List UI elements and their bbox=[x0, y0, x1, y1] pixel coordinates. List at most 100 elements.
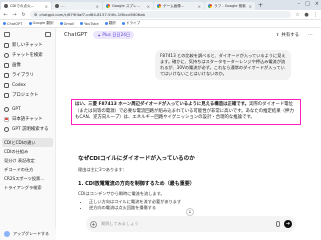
browser-tab-bar: CDIでの点火… × … × Google スプレ… × ゲーム画像… × ラフ… bbox=[0, 0, 321, 10]
sidebar: 新しいチャット チャットを検索 画像 ライブラリ Codex プロジェクト GP… bbox=[0, 28, 56, 240]
address-bar: ← → ↻ ⚙ chatgpt.com/c/679f4af7-cd64-8157… bbox=[0, 10, 321, 20]
avatar bbox=[4, 231, 10, 237]
bullet-list: 正しい方向はコイルに電流を流す必要があります 逆方向の電流は点火回路を損傷する bbox=[84, 199, 181, 211]
history-item[interactable]: トライアングラ検索 bbox=[0, 183, 55, 192]
bookmark-item[interactable]: Google 翻訳 bbox=[28, 21, 54, 26]
menu-icon[interactable]: ⋮ bbox=[313, 12, 318, 18]
sidebar-item-codex[interactable]: Codex bbox=[0, 80, 55, 90]
plus-button[interactable]: ✦ Plus 日日24日 bbox=[93, 31, 135, 39]
star-icon[interactable]: ☆ bbox=[295, 12, 300, 18]
close-icon[interactable]: × bbox=[96, 4, 99, 9]
subsection-heading: 1. CDI放電電流の方向を制御するため（最も重要） bbox=[78, 181, 195, 187]
browser-tab[interactable]: ラフ - Google 検索 × bbox=[205, 2, 255, 10]
sidebar-user[interactable]: アップグレードする bbox=[0, 228, 56, 240]
history-item[interactable]: デコードの仕方 bbox=[0, 165, 55, 174]
reload-icon[interactable]: ↻ bbox=[21, 12, 26, 18]
close-window-icon[interactable]: × bbox=[315, 1, 319, 7]
bookmark-icon bbox=[28, 21, 32, 25]
sidebar-item-images[interactable]: 画像 bbox=[0, 60, 55, 70]
site-info-icon[interactable]: ⚙ bbox=[34, 12, 37, 17]
sidebar-item-new-chat[interactable]: 新しいチャット bbox=[0, 40, 55, 50]
minimize-icon[interactable]: – bbox=[298, 1, 301, 7]
close-icon[interactable]: × bbox=[249, 4, 252, 9]
sidebar-item-search[interactable]: チャットを検索 bbox=[0, 50, 55, 60]
browser-tab[interactable]: Google スプレ… × bbox=[103, 2, 153, 10]
image-icon bbox=[4, 62, 9, 68]
sidebar-item-library[interactable]: ライブラリ bbox=[0, 70, 55, 80]
bookmark-icon bbox=[104, 21, 108, 25]
history-item[interactable]: CDIの仕組み bbox=[0, 147, 55, 156]
browser-tab[interactable]: … × bbox=[52, 2, 102, 10]
edit-icon bbox=[4, 42, 9, 48]
tab-title: ラフ - Google 検索 bbox=[214, 3, 246, 8]
sidebar-item-projects[interactable]: プロジェクト bbox=[0, 90, 55, 100]
tab-favicon-icon bbox=[4, 4, 8, 8]
share-button[interactable]: ⇪ 共有する bbox=[275, 32, 299, 39]
bookmark-item[interactable]: 翻訳 bbox=[104, 21, 116, 26]
paragraph: 理由は主に3つあります： bbox=[78, 167, 127, 172]
sidebar-item-japanese-chat[interactable]: 日本語チャット bbox=[0, 114, 55, 124]
close-icon[interactable]: × bbox=[45, 4, 48, 9]
code-icon bbox=[4, 82, 9, 88]
bookmark-item[interactable]: ドライブ bbox=[121, 21, 140, 26]
history-item[interactable]: CDIとCDIの違い bbox=[2, 138, 53, 147]
main-panel: ChatGPT ✦ Plus 日日24日 ⇪ 共有する ⋯ F87413 との比… bbox=[56, 28, 321, 240]
history-item[interactable]: 見分け 表記改定 bbox=[0, 156, 55, 165]
profile-icon[interactable]: ● bbox=[304, 12, 309, 18]
bookmarks-bar: ChatGPT Google 翻訳 Gmail YouTube 翻訳 ドライブ bbox=[0, 20, 321, 28]
tab-favicon-icon bbox=[106, 4, 110, 8]
answer-bold-text: はい、三菱 F87413 ホーン周辺ダイオードが入っているように見える構造は正確… bbox=[75, 102, 249, 107]
bookmark-icon bbox=[3, 22, 6, 25]
model-selector[interactable]: ChatGPT bbox=[64, 32, 87, 38]
attach-icon[interactable]: + bbox=[90, 220, 97, 228]
voice-mode-button[interactable]: ➜ bbox=[284, 220, 292, 228]
close-icon[interactable]: × bbox=[147, 4, 150, 9]
bookmark-item[interactable]: Gmail bbox=[59, 22, 74, 26]
bookmark-icon bbox=[80, 22, 84, 25]
folder-icon bbox=[4, 92, 9, 98]
gpt-icon bbox=[4, 106, 9, 112]
url-text: chatgpt.com/c/679f4af7-cd64-8157-94fc-1f… bbox=[39, 12, 145, 17]
main-header: ChatGPT ✦ Plus 日日24日 ⇪ 共有する ⋯ bbox=[56, 28, 321, 42]
tab-favicon-icon bbox=[55, 4, 59, 8]
microphone-icon[interactable] bbox=[276, 221, 280, 227]
paragraph: CDIはコンデンサから瞬時に電流を流します。 bbox=[78, 191, 165, 196]
tab-title: Google スプレ… bbox=[112, 3, 141, 8]
section-heading: なぜCDIコイルにダイオードが入っているのか bbox=[78, 156, 195, 162]
history-item[interactable]: CR2Sスポーツ投票… bbox=[0, 174, 55, 183]
sparkle-icon: ✦ bbox=[97, 32, 101, 38]
highlighted-answer: はい、三菱 F87413 ホーン周辺ダイオードが入っているように見える構造は正確… bbox=[71, 99, 301, 125]
browser-tab[interactable]: CDIでの点火… × bbox=[1, 2, 51, 10]
openai-logo-icon[interactable] bbox=[4, 31, 10, 37]
sidebar-toggle-icon[interactable] bbox=[45, 31, 51, 37]
search-icon bbox=[4, 52, 9, 58]
list-item: 逆方向の電流は点火回路を損傷する bbox=[89, 205, 181, 211]
maximize-icon[interactable]: □ bbox=[305, 1, 310, 7]
tab-title: ゲーム画像… bbox=[163, 3, 185, 8]
url-field[interactable]: ⚙ chatgpt.com/c/679f4af7-cd64-8157-94fc-… bbox=[30, 11, 291, 18]
sidebar-item-gpt-search[interactable]: GPT 説明検索する bbox=[0, 124, 55, 134]
new-tab-button[interactable]: + bbox=[258, 2, 263, 9]
back-icon[interactable]: ← bbox=[3, 12, 8, 18]
upgrade-label: アップグレードする bbox=[13, 231, 49, 236]
bookmark-icon bbox=[59, 22, 63, 25]
bookmark-icon bbox=[121, 21, 125, 25]
window-controls: – □ × bbox=[298, 1, 319, 7]
scroll-down-button[interactable]: ↓ bbox=[186, 208, 194, 216]
composer: + 質問してみましょう ➜ bbox=[86, 216, 296, 232]
tab-favicon-icon bbox=[157, 4, 161, 8]
sidebar-top bbox=[0, 28, 55, 40]
bookmark-item[interactable]: ChatGPT bbox=[3, 22, 23, 26]
tab-favicon-icon bbox=[208, 4, 212, 8]
prompt-input[interactable]: 質問してみましょう bbox=[101, 221, 272, 227]
japan-flag-icon bbox=[4, 116, 9, 122]
bookmark-item[interactable]: YouTube bbox=[80, 22, 99, 26]
forward-icon[interactable]: → bbox=[12, 12, 17, 18]
user-message: F87413 との比較を調べると、ダイオードが入っているように見えます。確かに、… bbox=[155, 50, 291, 80]
tab-title: … bbox=[61, 4, 65, 8]
sidebar-item-gpt[interactable]: GPT bbox=[0, 104, 55, 114]
more-options-icon[interactable]: ⋯ bbox=[308, 32, 313, 38]
close-icon[interactable]: × bbox=[198, 4, 201, 9]
share-icon: ⇪ bbox=[275, 32, 280, 38]
browser-tab[interactable]: ゲーム画像… × bbox=[154, 2, 204, 10]
